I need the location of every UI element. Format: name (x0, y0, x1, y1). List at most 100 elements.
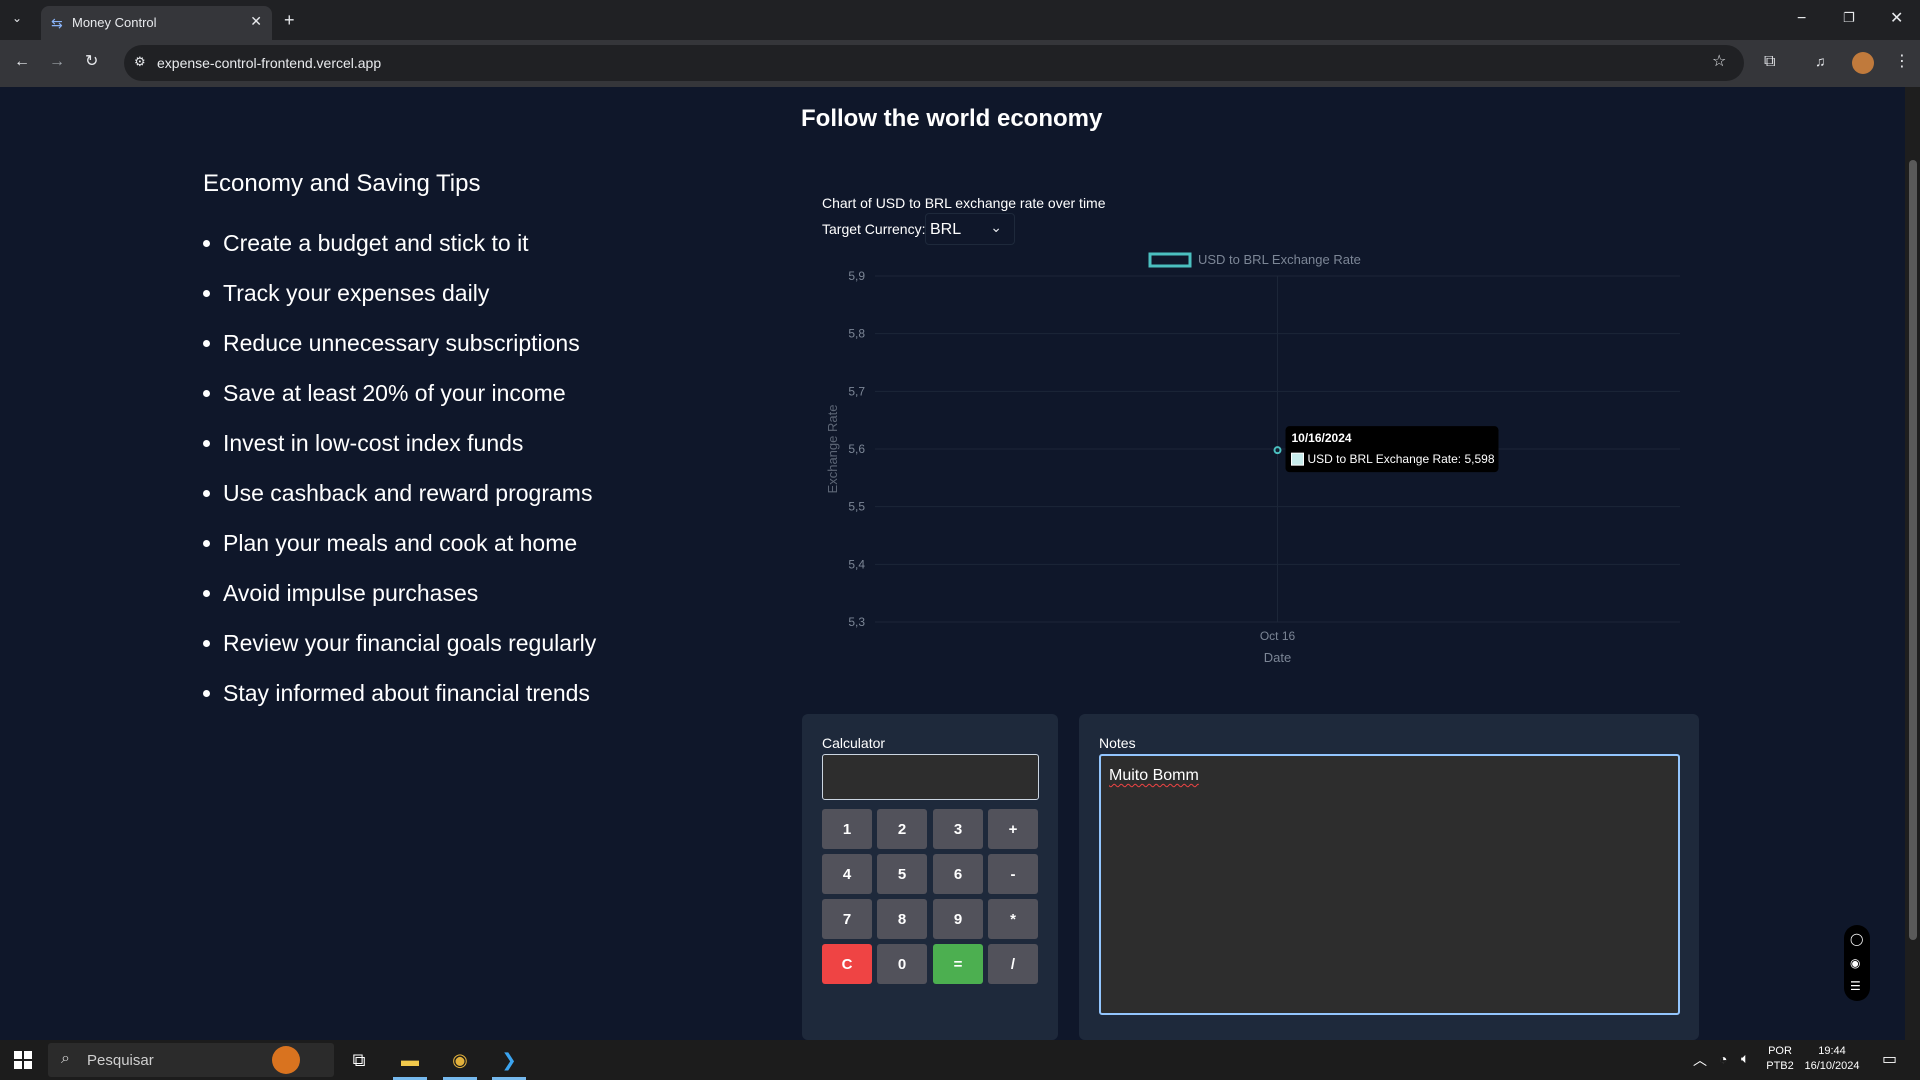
media-icon[interactable]: ♫ (1815, 54, 1826, 68)
chart-heading: Chart of USD to BRL exchange rate over t… (822, 195, 1106, 211)
back-icon[interactable]: ← (14, 54, 30, 70)
tip-item: Review your financial goals regularly (203, 626, 596, 676)
target-currency-select[interactable]: BRL ⌄ (925, 213, 1015, 245)
target-currency-value: BRL (930, 221, 962, 238)
tooltip-label: USD to BRL Exchange Rate: 5,598 (1308, 452, 1495, 466)
y-tick-label: 5,8 (848, 327, 865, 341)
calc-button-2[interactable]: 2 (877, 809, 927, 849)
exchange-rate-chart[interactable]: 5,9 5,8 5,7 5,6 5,5 5,4 5,3 Oct 16 Date Exchange … (810, 245, 1690, 675)
y-axis-title: Exchange Rate (825, 405, 840, 494)
calc-button-9[interactable]: 9 (933, 899, 983, 939)
tooltip-swatch (1291, 452, 1304, 466)
calc-button-minus[interactable]: - (988, 854, 1038, 894)
x-tick-label: Oct 16 (1260, 629, 1296, 643)
tip-item: Track your expenses daily (203, 276, 596, 326)
file-explorer-icon[interactable]: ▬ (392, 1046, 428, 1074)
search-highlight-icon (272, 1046, 300, 1074)
taskbar-search-placeholder: Pesquisar (87, 1052, 154, 1069)
favicon-icon: ⇆ (51, 15, 63, 31)
target-currency-label: Target Currency: (822, 221, 926, 237)
restore-icon[interactable]: ❐ (1843, 11, 1855, 24)
browser-toolbar: ← → ↻ ⚙ expense-control-frontend.vercel.… (0, 40, 1920, 87)
calculator-label: Calculator (822, 735, 886, 751)
floating-toolbar: ◯ ◉ ☰ (1844, 925, 1870, 1001)
tip-item: Save at least 20% of your income (203, 376, 596, 426)
notes-textarea[interactable]: Muito Bomm (1099, 754, 1680, 1015)
windows-start-icon[interactable] (14, 1051, 32, 1069)
calc-button-multiply[interactable]: * (988, 899, 1038, 939)
tray-chevron-icon[interactable]: ︿ (1693, 1050, 1707, 1070)
calculator-display[interactable] (822, 754, 1039, 800)
language-indicator[interactable]: POR PTB2 (1762, 1045, 1798, 1072)
address-bar[interactable]: ⚙ expense-control-frontend.vercel.app ☆ (124, 45, 1744, 81)
browser-tab[interactable]: ⇆ Money Control ✕ (41, 6, 272, 40)
calc-button-divide[interactable]: / (988, 944, 1038, 984)
clock-time: 19:44 (1818, 1045, 1846, 1057)
notification-icon[interactable]: ▭ (1882, 1049, 1897, 1069)
tip-item: Avoid impulse purchases (203, 576, 596, 626)
tips-heading: Economy and Saving Tips (203, 170, 481, 197)
tooltip-title: 10/16/2024 (1292, 431, 1352, 445)
url-text: expense-control-frontend.vercel.app (157, 55, 382, 71)
eye-icon[interactable]: ◉ (1850, 957, 1860, 969)
tip-item: Invest in low-cost index funds (203, 426, 596, 476)
y-tick-label: 5,6 (848, 442, 865, 456)
task-view-icon[interactable]: ⧉ (341, 1046, 377, 1074)
tip-item: Use cashback and reward programs (203, 476, 596, 526)
new-tab-icon[interactable]: + (284, 11, 295, 29)
language-top: POR (1768, 1045, 1792, 1057)
profile-icon[interactable] (1852, 52, 1874, 74)
chat-icon[interactable]: ◯ (1850, 933, 1863, 945)
tips-list: Create a budget and stick to it Track yo… (203, 226, 596, 726)
notes-label: Notes (1099, 735, 1136, 751)
search-icon: ⌕ (61, 1050, 70, 1067)
tab-search-icon[interactable]: ⌄ (12, 12, 22, 24)
legend-swatch (1148, 252, 1192, 268)
network-icon[interactable]: ◔ (1719, 1051, 1727, 1067)
chrome-icon[interactable]: ◉ (442, 1046, 478, 1074)
vscode-icon[interactable]: ❯ (491, 1046, 527, 1074)
reload-icon[interactable]: ↻ (85, 54, 98, 70)
calc-button-4[interactable]: 4 (822, 854, 872, 894)
chevron-down-icon: ⌄ (990, 219, 1002, 235)
tip-item: Reduce unnecessary subscriptions (203, 326, 596, 376)
taskbar-search[interactable]: ⌕ Pesquisar (48, 1043, 334, 1077)
window-close-icon[interactable]: ✕ (1890, 11, 1903, 27)
calc-button-7[interactable]: 7 (822, 899, 872, 939)
volume-icon[interactable]: 🔈︎ (1741, 1050, 1749, 1067)
legend-label: USD to BRL Exchange Rate (1198, 252, 1361, 267)
tip-item: Plan your meals and cook at home (203, 526, 596, 576)
close-icon[interactable]: ✕ (250, 13, 262, 30)
notes-text: Muito Bomm (1109, 767, 1199, 784)
menu-icon[interactable]: ⋮ (1894, 54, 1910, 70)
list-icon[interactable]: ☰ (1850, 980, 1861, 992)
calc-button-8[interactable]: 8 (877, 899, 927, 939)
tip-item: Create a budget and stick to it (203, 226, 596, 276)
extensions-icon[interactable]: ⧉ (1764, 54, 1775, 70)
calc-button-1[interactable]: 1 (822, 809, 872, 849)
clock[interactable]: 19:44 16/10/2024 (1800, 1045, 1864, 1072)
calc-button-6[interactable]: 6 (933, 854, 983, 894)
browser-tab-strip: ⌄ ⇆ Money Control ✕ + − ❐ ✕ (0, 0, 1920, 40)
minimize-icon[interactable]: − (1797, 11, 1806, 27)
calc-button-0[interactable]: 0 (877, 944, 927, 984)
language-bottom: PTB2 (1766, 1060, 1794, 1072)
star-icon[interactable]: ☆ (1712, 54, 1726, 70)
y-tick-label: 5,5 (848, 500, 865, 514)
site-info-icon[interactable]: ⚙ (134, 55, 146, 68)
calc-button-clear[interactable]: C (822, 944, 872, 984)
calc-button-5[interactable]: 5 (877, 854, 927, 894)
y-tick-label: 5,4 (848, 557, 865, 571)
calc-button-plus[interactable]: + (988, 809, 1038, 849)
page-title: Follow the world economy (801, 105, 1103, 132)
taskbar: ⌕ Pesquisar ⧉ ▬ ◉ ❯ ︿ ◔ 🔈︎ POR PTB2 19:4… (0, 1040, 1920, 1080)
y-tick-label: 5,3 (848, 615, 865, 629)
calc-button-equals[interactable]: = (933, 944, 983, 984)
scrollbar-thumb[interactable] (1909, 160, 1917, 940)
tip-item: Stay informed about financial trends (203, 676, 596, 726)
x-axis-title: Date (1264, 650, 1291, 665)
forward-icon[interactable]: → (49, 54, 65, 70)
calc-button-3[interactable]: 3 (933, 809, 983, 849)
y-tick-label: 5,7 (848, 384, 865, 398)
clock-date: 16/10/2024 (1804, 1060, 1860, 1072)
